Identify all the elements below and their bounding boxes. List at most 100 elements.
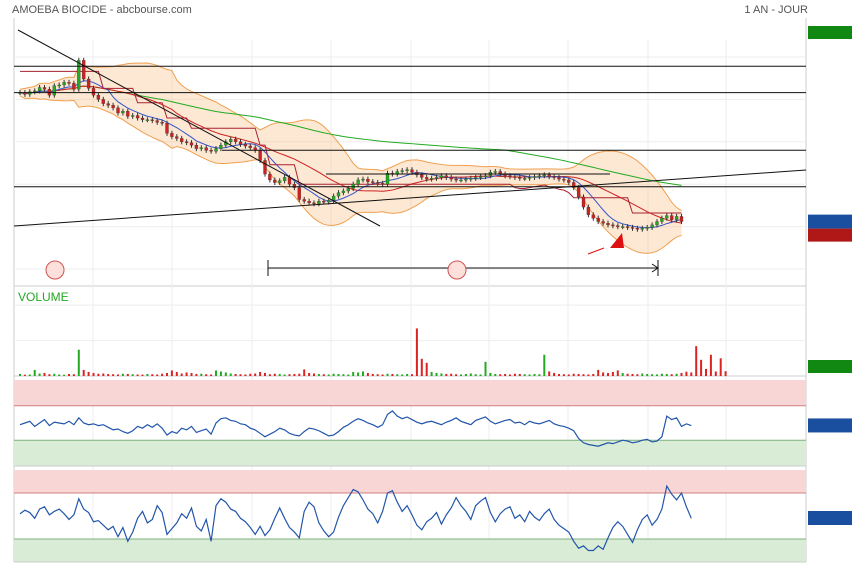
candle-body [670, 215, 674, 220]
candle-body [518, 177, 522, 179]
volume-bar [308, 372, 311, 376]
top-marker-badge [808, 26, 852, 39]
candle-body [282, 177, 287, 181]
candle-body [37, 87, 42, 92]
volume-bar [724, 371, 727, 376]
candle-body [630, 227, 635, 229]
stock-chart[interactable]: AMOEBA BIOCIDE - abcbourse.com 1 AN - JO… [0, 0, 855, 580]
volume-bar [651, 374, 654, 376]
candle-body [591, 214, 595, 219]
volume-bar [494, 373, 497, 376]
volume-bar [695, 346, 698, 376]
candle-body [140, 117, 145, 120]
candle-body [238, 141, 243, 145]
volume-bar [567, 374, 570, 376]
volume-bar [611, 371, 614, 376]
volume-bar [141, 374, 144, 376]
volume-bar [97, 373, 100, 376]
candle-body [273, 179, 277, 183]
candle-body [243, 144, 248, 147]
volume-bar [38, 373, 41, 376]
candle-body [645, 227, 649, 229]
volume-bar [558, 373, 560, 376]
volume-bar [151, 374, 154, 376]
volume-bar [205, 374, 208, 376]
candle-body [77, 60, 81, 90]
candle-body [429, 178, 434, 180]
volume-bar [170, 370, 173, 376]
volume-last-badge [808, 360, 852, 373]
candle-body [596, 217, 600, 222]
candle-body [62, 82, 66, 86]
volume-bar [504, 373, 507, 376]
candle-body [674, 216, 679, 220]
candle-body [219, 145, 223, 149]
volume-bar [215, 370, 217, 376]
oversold-zone [14, 440, 806, 466]
candle-body [209, 150, 213, 152]
event-marker [447, 260, 467, 280]
candle-body [67, 82, 71, 84]
volume-bar [621, 372, 624, 376]
oscillator-last-badge [808, 418, 852, 433]
volume-bar [705, 368, 707, 376]
chart-title: AMOEBA BIOCIDE - abcbourse.com [12, 4, 192, 16]
candle-body [410, 169, 414, 173]
candle-body [493, 171, 497, 173]
volume-bar [126, 373, 129, 376]
volume-bar [528, 374, 531, 376]
volume-bar [166, 372, 168, 376]
candle-body [425, 177, 429, 180]
volume-bar [303, 369, 306, 376]
volume-bar [58, 374, 61, 376]
candle-body [537, 175, 542, 177]
volume-bar [117, 374, 119, 376]
candle-body [380, 183, 385, 185]
volume-bar [273, 373, 276, 376]
candle-body [82, 60, 86, 80]
candle-body [552, 176, 556, 178]
candle-body [513, 176, 517, 178]
candle-body [307, 201, 311, 204]
volume-bar [28, 374, 31, 376]
volume-bar [283, 374, 286, 376]
candle-body [96, 94, 101, 100]
volume-bar [254, 373, 257, 376]
candle-body [660, 217, 664, 222]
candle-body [356, 179, 360, 185]
candle-body [542, 174, 546, 177]
volume-bar [455, 374, 458, 376]
candle-body [101, 99, 105, 104]
volume-bar [553, 372, 556, 376]
candle-body [640, 228, 644, 230]
volume-bar [185, 372, 188, 376]
volume-bar [562, 374, 565, 376]
candle-body [523, 178, 527, 180]
candle-body [483, 175, 488, 177]
volume-bar [244, 374, 247, 376]
candle-body [126, 111, 130, 117]
volume-bar [195, 373, 198, 376]
volume-bar [264, 372, 266, 376]
candle-body [42, 87, 47, 90]
candle-body [336, 192, 341, 197]
volume-bar [249, 373, 252, 376]
volume-bar [357, 372, 360, 376]
volume-bar [317, 373, 320, 376]
volume-bar [107, 373, 110, 376]
volume-bar [371, 373, 374, 376]
candle-body [478, 176, 483, 178]
period-label[interactable]: 1 AN - JOUR [744, 4, 808, 16]
volume-bar [175, 371, 178, 376]
candle-body [464, 178, 468, 181]
volume-bar [636, 374, 639, 376]
event-marker [45, 260, 65, 280]
volume-bar [646, 373, 649, 376]
candle-body [547, 174, 551, 177]
candle-body [371, 181, 375, 183]
candle-body [184, 141, 189, 143]
volume-bar [396, 374, 399, 376]
volume-bar [136, 374, 139, 376]
candle-body [165, 122, 169, 134]
candle-body [57, 84, 61, 87]
